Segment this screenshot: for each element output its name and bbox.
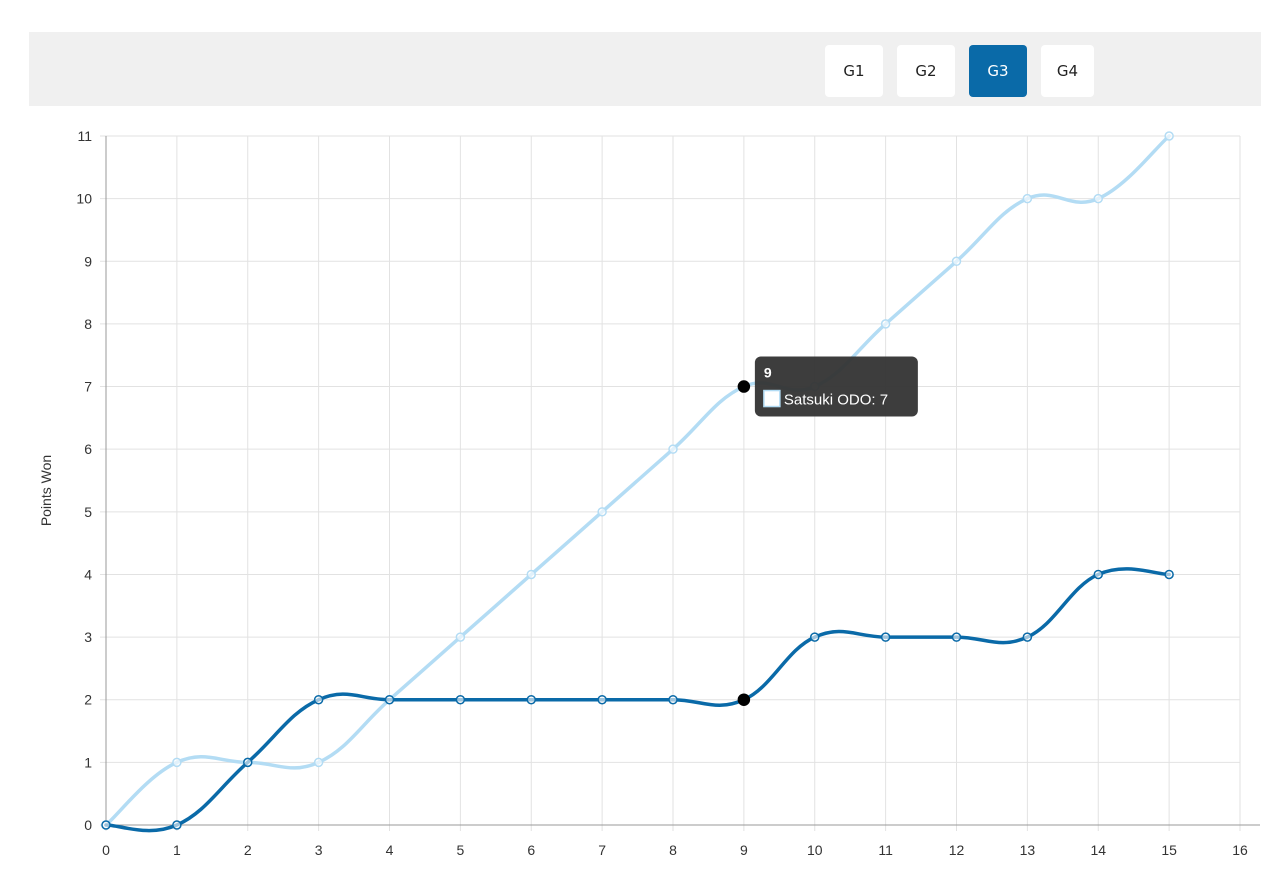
series-1-point [455, 694, 466, 705]
y-tick-label: 5 [84, 504, 92, 520]
x-tick-label: 7 [598, 842, 606, 858]
series-0-point [526, 569, 536, 580]
x-tick-label: 10 [807, 842, 823, 858]
tab-g2[interactable]: G2 [897, 45, 955, 97]
y-tick-label: 9 [84, 253, 92, 269]
points-won-chart[interactable]: 0 1 2 3 4 5 6 7 8 9 10 11 12 13 14 15 1601234567891011Po… [0, 106, 1261, 876]
y-tick-label: 1 [84, 754, 92, 770]
series-line-0 [104, 134, 1171, 827]
series-1-point [526, 694, 536, 705]
x-tick-label: 6 [527, 842, 535, 858]
x-tick-label: 3 [315, 842, 323, 858]
series-0-point [455, 632, 466, 642]
chart-axes: 0 1 2 3 4 5 6 7 8 9 10 11 12 13 14 15 1601234567891011Po… [38, 128, 1260, 858]
tab-g1[interactable]: G1 [825, 45, 883, 97]
tab-g3[interactable]: G3 [969, 45, 1027, 97]
y-tick-label: 0 [84, 817, 92, 833]
y-tick-label: 11 [77, 128, 92, 144]
series-0-point [737, 380, 751, 393]
y-tick-label: 4 [84, 566, 92, 582]
series-1-point [597, 694, 607, 705]
series-0-point [668, 444, 678, 454]
points-chart-area: 0 1 2 3 4 5 6 7 8 9 10 11 12 13 14 15 16 0 1 2 3 4 5 6 7 8 9 10 11 Po… [0, 106, 1261, 876]
x-tick-label: 15 [1161, 842, 1177, 858]
series-0-point [1022, 193, 1033, 204]
y-tick-label: 6 [84, 441, 92, 457]
series-1-point [1022, 632, 1033, 642]
series-0-point [313, 757, 324, 768]
series-0-point [172, 757, 182, 768]
tab-g4[interactable]: G4 [1041, 45, 1094, 97]
x-tick-label: 1 [173, 842, 181, 858]
tooltip-title: 9 [764, 365, 772, 381]
tooltip-swatch [763, 389, 781, 408]
series-1-point [810, 632, 820, 642]
x-tick-label: 5 [456, 842, 464, 858]
chart-grid [100, 135, 1241, 831]
series-1-point [384, 694, 395, 705]
series-1-point [737, 693, 751, 706]
x-tick-label: 8 [669, 842, 677, 858]
series-1-point [172, 820, 182, 830]
series-1-point [951, 632, 962, 642]
y-tick-label: 8 [84, 316, 92, 332]
game-selector-toolbar: G1 G2 G3 G4 [29, 32, 1261, 106]
tooltip-label: Satsuki ODO: 7 [784, 392, 888, 409]
series-0-point [1164, 131, 1174, 141]
x-tick-label: 2 [244, 842, 252, 858]
x-tick-label: 13 [1020, 842, 1036, 858]
series-1-point [101, 820, 111, 830]
x-tick-label: 9 [740, 842, 748, 858]
x-tick-label: 4 [386, 842, 394, 858]
series-1-point [1093, 569, 1103, 580]
series-1-point [313, 694, 324, 705]
series-0-point [880, 319, 891, 329]
y-axis-label: Points Won [38, 455, 54, 526]
series-0-point [597, 507, 607, 517]
series-1-point [243, 757, 253, 768]
series-0-point [951, 256, 962, 267]
y-tick-label: 7 [84, 379, 92, 395]
x-tick-label: 12 [949, 842, 965, 858]
chart-series [101, 131, 1174, 833]
series-1-point [880, 632, 891, 642]
series-1-point [668, 694, 678, 705]
x-tick-label: 16 [1232, 842, 1248, 858]
y-tick-label: 3 [84, 629, 92, 645]
x-tick-label: 14 [1090, 842, 1106, 858]
chart-tooltip: 9 Satsuki ODO: 7 [754, 356, 918, 417]
x-tick-label: 11 [878, 842, 893, 858]
x-tick-label: 0 [102, 842, 110, 858]
series-0-point [1093, 193, 1103, 204]
y-tick-label: 10 [76, 191, 92, 207]
series-1-point [1164, 569, 1174, 580]
y-tick-label: 2 [84, 692, 92, 708]
